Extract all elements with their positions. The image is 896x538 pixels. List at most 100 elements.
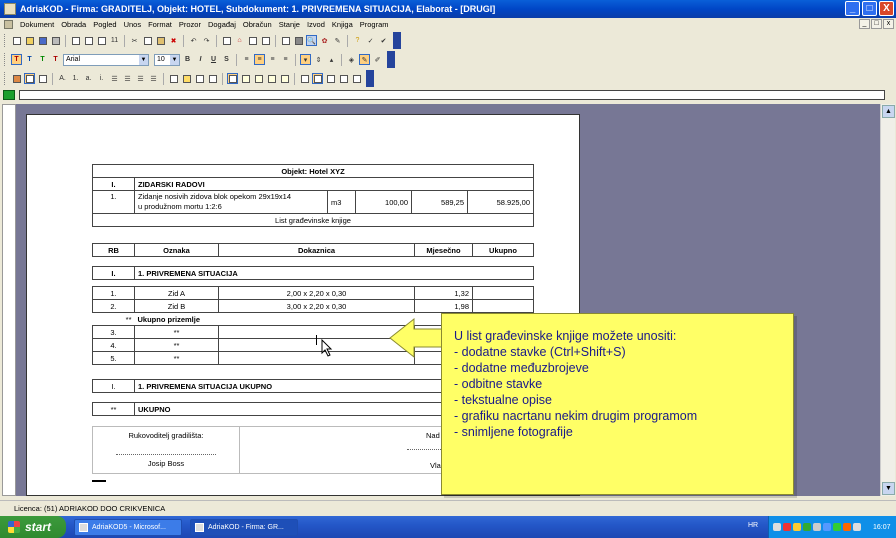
tray-icon[interactable] [853,523,861,531]
frame1-icon[interactable] [299,73,310,84]
strike-button[interactable]: S [221,54,232,65]
maximize-button[interactable]: □ [862,1,877,16]
border-box-icon[interactable] [227,73,238,84]
delete-icon[interactable]: ✖ [168,35,179,46]
preview-icon[interactable] [70,35,81,46]
calc-icon[interactable] [221,35,232,46]
outdent-icon[interactable]: ☰ [148,73,159,84]
vertical-scrollbar[interactable]: ▲ ▼ [880,104,895,496]
save-icon[interactable] [37,35,48,46]
print-icon[interactable] [50,35,61,46]
print-preview-icon[interactable] [207,73,218,84]
menu-izvod[interactable]: Izvod [307,20,325,29]
style-edit-icon[interactable] [24,73,35,84]
align-center-icon[interactable]: ≡ [254,54,265,65]
font-size-select[interactable]: 10 ▼ [154,53,180,66]
brush-icon[interactable]: ✎ [332,35,343,46]
page-number-icon[interactable]: 11 [109,35,120,46]
mdi-minimize-button[interactable]: _ [859,19,870,29]
link-icon[interactable] [247,35,258,46]
bullets2-icon[interactable]: ☰ [122,73,133,84]
menu-prozor[interactable]: Prozor [179,20,201,29]
bold-button[interactable]: B [182,54,193,65]
italic-button[interactable]: I [195,54,206,65]
tray-icon[interactable] [813,523,821,531]
border-shade4-icon[interactable] [279,73,290,84]
close-button[interactable]: X [879,1,894,16]
toolbar-grip[interactable] [4,72,7,85]
scroll-down-icon[interactable]: ▼ [882,482,895,495]
menu-dokument[interactable]: Dokument [20,20,54,29]
taskbar-item[interactable]: AdriaKOD - Firma: GR... [190,518,298,536]
toolbar-grip[interactable] [4,34,7,47]
text-style-button[interactable]: T [11,54,22,65]
menu-knjiga[interactable]: Knjiga [332,20,353,29]
magnify-icon[interactable]: 🔍 [306,35,317,46]
indent-icon[interactable]: ☰ [135,73,146,84]
zoom-icon[interactable] [96,35,107,46]
copy-icon[interactable] [142,35,153,46]
border-shade3-icon[interactable] [266,73,277,84]
frame5-icon[interactable] [351,73,362,84]
valign-bottom-icon[interactable]: ▴ [326,54,337,65]
settings-icon[interactable]: ✿ [319,35,330,46]
help-icon[interactable]: ? [352,35,363,46]
border-shade1-icon[interactable] [240,73,251,84]
clock[interactable]: 16:07 [873,524,891,531]
valign-middle-icon[interactable]: ⇕ [313,54,324,65]
menu-dogadaj[interactable]: Događaj [208,20,236,29]
page-icon[interactable] [168,73,179,84]
valign-top-icon[interactable]: ▾ [300,54,311,65]
menu-obracun[interactable]: Obračun [243,20,272,29]
formula-input[interactable] [19,90,885,100]
check-icon[interactable]: ✓ [365,35,376,46]
justify-icon[interactable]: ≡ [280,54,291,65]
scroll-up-icon[interactable]: ▲ [882,105,895,118]
open-icon[interactable] [24,35,35,46]
text-style-button[interactable]: T [24,54,35,65]
language-indicator[interactable]: HR [748,522,758,529]
tray-icon[interactable] [833,523,841,531]
new-icon[interactable] [11,35,22,46]
redo-icon[interactable]: ↷ [201,35,212,46]
style-icon[interactable] [11,73,22,84]
table-icon[interactable] [260,35,271,46]
menu-stanje[interactable]: Stanje [279,20,300,29]
tray-icon[interactable] [783,523,791,531]
table-row[interactable]: 1. Zid A 2,00 x 2,20 x 0,30 1,32 [92,286,534,300]
tray-icon[interactable] [823,523,831,531]
menu-obrada[interactable]: Obrada [61,20,86,29]
frame3-icon[interactable] [325,73,336,84]
paste-icon[interactable] [155,35,166,46]
border-shade2-icon[interactable] [253,73,264,84]
row-dokaznica[interactable] [218,351,415,365]
fill-icon[interactable]: ◈ [346,54,357,65]
text-style-button[interactable]: T [50,54,61,65]
document-icon[interactable] [4,20,13,29]
menu-program[interactable]: Program [360,20,389,29]
tray-icon[interactable] [773,523,781,531]
properties-icon[interactable] [280,35,291,46]
align-right-icon[interactable]: ≡ [267,54,278,65]
chevron-down-icon[interactable]: ▼ [139,54,148,65]
underline-button[interactable]: U [208,54,219,65]
numbering-1-icon[interactable]: 1. [70,73,81,84]
home-icon[interactable]: ⌂ [234,35,245,46]
bullets-icon[interactable]: ☰ [109,73,120,84]
list-icon[interactable] [37,73,48,84]
picture-icon[interactable] [194,73,205,84]
numbering-roman-icon[interactable]: i. [96,73,107,84]
text-style-button[interactable]: T [37,54,48,65]
menu-unos[interactable]: Unos [124,20,142,29]
binoculars-icon[interactable] [293,35,304,46]
image-icon[interactable] [181,73,192,84]
eraser-icon[interactable]: ✐ [372,54,383,65]
table-row[interactable]: 2. Zid B 3,00 x 2,20 x 0,30 1,98 [92,299,534,313]
tray-icon[interactable] [803,523,811,531]
undo-icon[interactable]: ↶ [188,35,199,46]
mdi-restore-button[interactable]: □ [871,19,882,29]
numbering-a-icon[interactable]: A. [57,73,68,84]
checklist-icon[interactable]: ✔ [378,35,389,46]
chevron-down-icon[interactable]: ▼ [170,54,179,65]
pen-icon[interactable]: ✎ [359,54,370,65]
